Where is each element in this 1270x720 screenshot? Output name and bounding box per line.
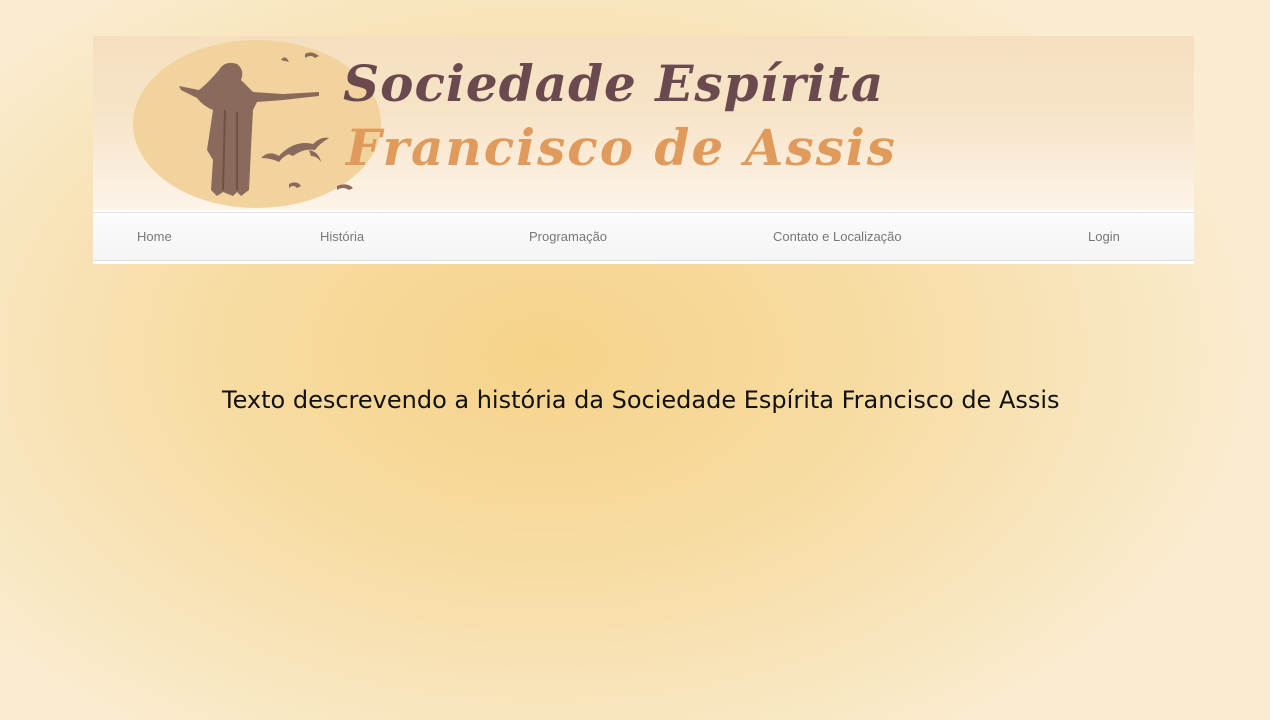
nav-item-historia[interactable]: História [320,213,364,260]
nav-item-login[interactable]: Login [1088,213,1120,260]
navbar-bar: Home História Programação Contato e Loca… [93,212,1194,261]
nav-item-programacao[interactable]: Programação [529,213,607,260]
main-navbar: Home História Programação Contato e Loca… [93,210,1194,264]
nav-item-home[interactable]: Home [137,213,172,260]
logo-title-line1: Sociedade Espírita [343,54,885,113]
history-description-text: Texto descrevendo a história da Sociedad… [222,386,1060,414]
site-banner: Sociedade Espírita Francisco de Assis [93,36,1194,210]
logo-title-line2: Francisco de Assis [346,118,897,177]
page-container: Sociedade Espírita Francisco de Assis Ho… [93,36,1194,264]
nav-item-contato[interactable]: Contato e Localização [773,213,902,260]
